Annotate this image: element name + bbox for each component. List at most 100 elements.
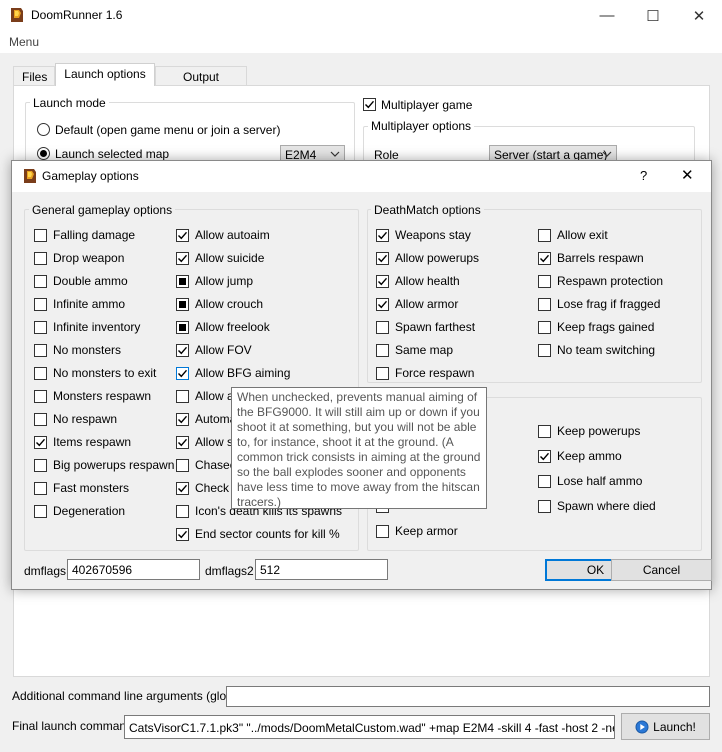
checkbox[interactable] bbox=[376, 524, 389, 538]
checkbox[interactable] bbox=[538, 449, 551, 463]
checkbox-item-allow-crouch[interactable]: Allow crouch bbox=[176, 296, 263, 312]
additional-args-input[interactable] bbox=[226, 686, 710, 707]
tab-files[interactable]: Files bbox=[13, 66, 55, 85]
checkbox[interactable] bbox=[34, 458, 47, 472]
checkbox-item-allow-freelook[interactable]: Allow freelook bbox=[176, 319, 270, 335]
checkbox-item-spawn-farthest[interactable]: Spawn farthest bbox=[376, 319, 475, 335]
checkbox[interactable] bbox=[538, 320, 551, 334]
checkbox[interactable] bbox=[376, 274, 389, 288]
checkbox-item-keep-ammo[interactable]: Keep ammo bbox=[538, 448, 622, 464]
checkbox[interactable] bbox=[176, 343, 189, 357]
checkbox[interactable] bbox=[176, 320, 189, 334]
checkbox-item-same-map[interactable]: Same map bbox=[376, 342, 453, 358]
checkbox-item-keep-armor[interactable]: Keep armor bbox=[376, 523, 458, 539]
checkbox-item-keep-frags-gained[interactable]: Keep frags gained bbox=[538, 319, 654, 335]
checkbox[interactable] bbox=[176, 274, 189, 288]
checkbox-item-end-sector-counts-for-kill[interactable]: End sector counts for kill % bbox=[176, 526, 340, 542]
checkbox[interactable] bbox=[376, 366, 389, 380]
checkbox-item-barrels-respawn[interactable]: Barrels respawn bbox=[538, 250, 644, 266]
checkbox-item-drop-weapon[interactable]: Drop weapon bbox=[34, 250, 124, 266]
checkbox[interactable] bbox=[376, 228, 389, 242]
checkbox-item-no-monsters-to-exit[interactable]: No monsters to exit bbox=[34, 365, 156, 381]
checkbox-item-allow-exit[interactable]: Allow exit bbox=[538, 227, 608, 243]
checkbox[interactable] bbox=[538, 274, 551, 288]
checkbox[interactable] bbox=[376, 320, 389, 334]
checkbox-item-check-a[interactable]: Check a bbox=[176, 480, 239, 496]
checkbox[interactable] bbox=[176, 504, 189, 518]
checkbox[interactable] bbox=[176, 297, 189, 311]
checkbox-item-allow-powerups[interactable]: Allow powerups bbox=[376, 250, 479, 266]
dmflags2-input[interactable]: 512 bbox=[255, 559, 388, 580]
checkbox[interactable] bbox=[376, 343, 389, 357]
launch-button[interactable]: Launch! bbox=[621, 713, 710, 740]
default-mode-radio[interactable] bbox=[37, 123, 50, 136]
tab-launch-options[interactable]: Launch options bbox=[55, 63, 155, 86]
checkbox-item-big-powerups-respawn[interactable]: Big powerups respawn bbox=[34, 457, 174, 473]
checkbox[interactable] bbox=[538, 251, 551, 265]
checkbox[interactable] bbox=[176, 389, 189, 403]
checkbox-item-spawn-where-died[interactable]: Spawn where died bbox=[538, 498, 656, 514]
checkbox-item-degeneration[interactable]: Degeneration bbox=[34, 503, 125, 519]
checkbox-item-allow-autoaim[interactable]: Allow autoaim bbox=[176, 227, 270, 243]
close-window-button[interactable]: ✕ bbox=[676, 0, 722, 31]
checkbox-item-allow-armor[interactable]: Allow armor bbox=[376, 296, 458, 312]
checkbox[interactable] bbox=[34, 251, 47, 265]
checkbox-item-allow-bfg-aiming[interactable]: Allow BFG aiming bbox=[176, 365, 290, 381]
checkbox[interactable] bbox=[34, 274, 47, 288]
checkbox[interactable] bbox=[34, 366, 47, 380]
checkbox[interactable] bbox=[176, 366, 189, 380]
checkbox[interactable] bbox=[34, 481, 47, 495]
checkbox[interactable] bbox=[34, 297, 47, 311]
checkbox-item-force-respawn[interactable]: Force respawn bbox=[376, 365, 474, 381]
checkbox[interactable] bbox=[34, 412, 47, 426]
checkbox[interactable] bbox=[34, 320, 47, 334]
checkbox[interactable] bbox=[176, 251, 189, 265]
help-button[interactable]: ? bbox=[640, 168, 647, 183]
checkbox-item-no-monsters[interactable]: No monsters bbox=[34, 342, 121, 358]
checkbox[interactable] bbox=[176, 435, 189, 449]
checkbox[interactable] bbox=[34, 504, 47, 518]
tab-output-options[interactable]: Output options bbox=[155, 66, 247, 98]
checkbox-item-fast-monsters[interactable]: Fast monsters bbox=[34, 480, 129, 496]
checkbox-item-double-ammo[interactable]: Double ammo bbox=[34, 273, 128, 289]
checkbox[interactable] bbox=[376, 297, 389, 311]
checkbox-item-no-respawn[interactable]: No respawn bbox=[34, 411, 117, 427]
checkbox[interactable] bbox=[176, 228, 189, 242]
checkbox-item-items-respawn[interactable]: Items respawn bbox=[34, 434, 131, 450]
checkbox-item-respawn-protection[interactable]: Respawn protection bbox=[538, 273, 663, 289]
dmflags-input[interactable]: 402670596 bbox=[67, 559, 200, 580]
multiplayer-checkbox[interactable] bbox=[363, 98, 376, 111]
dialog-close-button[interactable]: ✕ bbox=[681, 166, 694, 184]
checkbox-item-lose-frag-if-fragged[interactable]: Lose frag if fragged bbox=[538, 296, 660, 312]
checkbox-item-falling-damage[interactable]: Falling damage bbox=[34, 227, 135, 243]
menu-item[interactable]: Menu bbox=[9, 35, 39, 49]
checkbox[interactable] bbox=[34, 389, 47, 403]
checkbox[interactable] bbox=[34, 343, 47, 357]
selected-map-radio[interactable] bbox=[37, 147, 50, 160]
checkbox-item-monsters-respawn[interactable]: Monsters respawn bbox=[34, 388, 151, 404]
checkbox[interactable] bbox=[34, 228, 47, 242]
checkbox[interactable] bbox=[34, 435, 47, 449]
checkbox[interactable] bbox=[538, 424, 551, 438]
minimize-button[interactable]: — bbox=[584, 0, 630, 31]
checkbox-item-infinite-ammo[interactable]: Infinite ammo bbox=[34, 296, 125, 312]
checkbox-item-keep-powerups[interactable]: Keep powerups bbox=[538, 423, 640, 439]
checkbox-item-no-team-switching[interactable]: No team switching bbox=[538, 342, 655, 358]
checkbox[interactable] bbox=[538, 499, 551, 513]
checkbox[interactable] bbox=[176, 481, 189, 495]
checkbox-item-allow-jump[interactable]: Allow jump bbox=[176, 273, 253, 289]
checkbox-item-allow-fov[interactable]: Allow FOV bbox=[176, 342, 252, 358]
checkbox-item-weapons-stay[interactable]: Weapons stay bbox=[376, 227, 471, 243]
checkbox[interactable] bbox=[538, 297, 551, 311]
checkbox[interactable] bbox=[538, 228, 551, 242]
checkbox-item-allow-health[interactable]: Allow health bbox=[376, 273, 460, 289]
final-command-field[interactable]: CatsVisorC1.7.1.pk3" "../mods/DoomMetalC… bbox=[124, 715, 615, 739]
checkbox[interactable] bbox=[538, 343, 551, 357]
checkbox[interactable] bbox=[176, 412, 189, 426]
checkbox[interactable] bbox=[376, 251, 389, 265]
checkbox[interactable] bbox=[176, 527, 189, 541]
checkbox-item-lose-half-ammo[interactable]: Lose half ammo bbox=[538, 473, 642, 489]
maximize-button[interactable]: ☐ bbox=[630, 0, 676, 31]
checkbox[interactable] bbox=[538, 474, 551, 488]
checkbox-item-allow-suicide[interactable]: Allow suicide bbox=[176, 250, 264, 266]
